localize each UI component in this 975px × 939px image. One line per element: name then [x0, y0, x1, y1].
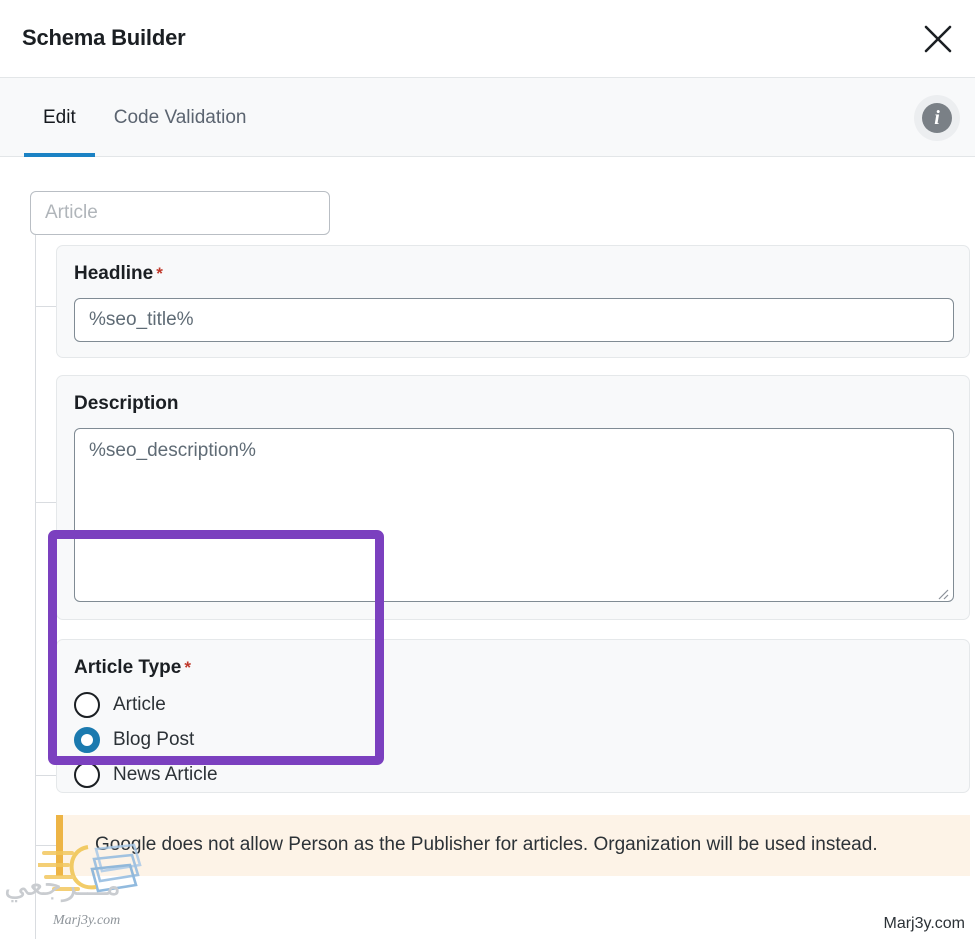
- field-card-article-type: Article Type * Article Blog Post News Art…: [56, 639, 970, 793]
- publisher-notice-text: Google does not allow Person as the Publ…: [95, 834, 878, 855]
- resize-handle-icon[interactable]: [935, 584, 949, 600]
- radio-icon-news-article: [74, 762, 100, 788]
- close-button[interactable]: [915, 16, 961, 62]
- schema-type-select[interactable]: Article: [30, 191, 330, 235]
- article-type-label-text: Article Type: [74, 657, 182, 678]
- info-button[interactable]: i: [914, 95, 960, 141]
- radio-label-news-article: News Article: [113, 764, 218, 785]
- publisher-notice: Google does not allow Person as the Publ…: [56, 815, 970, 876]
- article-type-required-mark: *: [184, 658, 191, 677]
- schema-form-body: Article Headline * %seo_title% Descriptio…: [0, 157, 975, 939]
- modal-header: Schema Builder: [0, 0, 975, 78]
- headline-required-mark: *: [156, 264, 163, 283]
- description-textarea[interactable]: %seo_description%: [74, 428, 954, 602]
- radio-label-blog-post: Blog Post: [113, 729, 195, 750]
- tree-branch-article-type: [35, 775, 57, 776]
- close-icon: [921, 22, 955, 56]
- tab-code-validation-label: Code Validation: [113, 106, 247, 128]
- tab-edit[interactable]: Edit: [24, 78, 95, 157]
- field-card-description: Description %seo_description%: [56, 375, 970, 620]
- headline-label: Headline *: [74, 263, 163, 285]
- tab-edit-label: Edit: [43, 106, 76, 128]
- radio-option-article[interactable]: Article: [74, 690, 166, 720]
- headline-label-text: Headline: [74, 263, 154, 284]
- tree-trunk-line: [35, 235, 36, 939]
- radio-option-blog-post[interactable]: Blog Post: [74, 725, 194, 755]
- article-type-label: Article Type *: [74, 657, 191, 679]
- radio-icon-article: [74, 692, 100, 718]
- radio-icon-blog-post-selected: [74, 727, 100, 753]
- headline-input-value: %seo_title%: [89, 309, 194, 330]
- page-title: Schema Builder: [22, 25, 186, 50]
- tree-branch-notice: [35, 845, 57, 846]
- field-card-headline: Headline * %seo_title%: [56, 245, 970, 358]
- radio-label-article: Article: [113, 694, 166, 715]
- schema-type-placeholder: Article: [45, 202, 98, 223]
- description-label: Description: [74, 393, 182, 415]
- radio-option-news-article[interactable]: News Article: [74, 760, 218, 790]
- description-textarea-value: %seo_description%: [89, 440, 256, 461]
- info-icon: i: [922, 103, 952, 133]
- tree-branch-description: [35, 502, 57, 503]
- schema-builder-modal: Schema Builder Edit Code Validation i Ar…: [0, 0, 975, 939]
- description-label-text: Description: [74, 393, 179, 414]
- tree-branch-headline: [35, 306, 57, 307]
- headline-input[interactable]: %seo_title%: [74, 298, 954, 342]
- tab-code-validation[interactable]: Code Validation: [95, 78, 266, 157]
- tab-bar: Edit Code Validation: [0, 78, 975, 157]
